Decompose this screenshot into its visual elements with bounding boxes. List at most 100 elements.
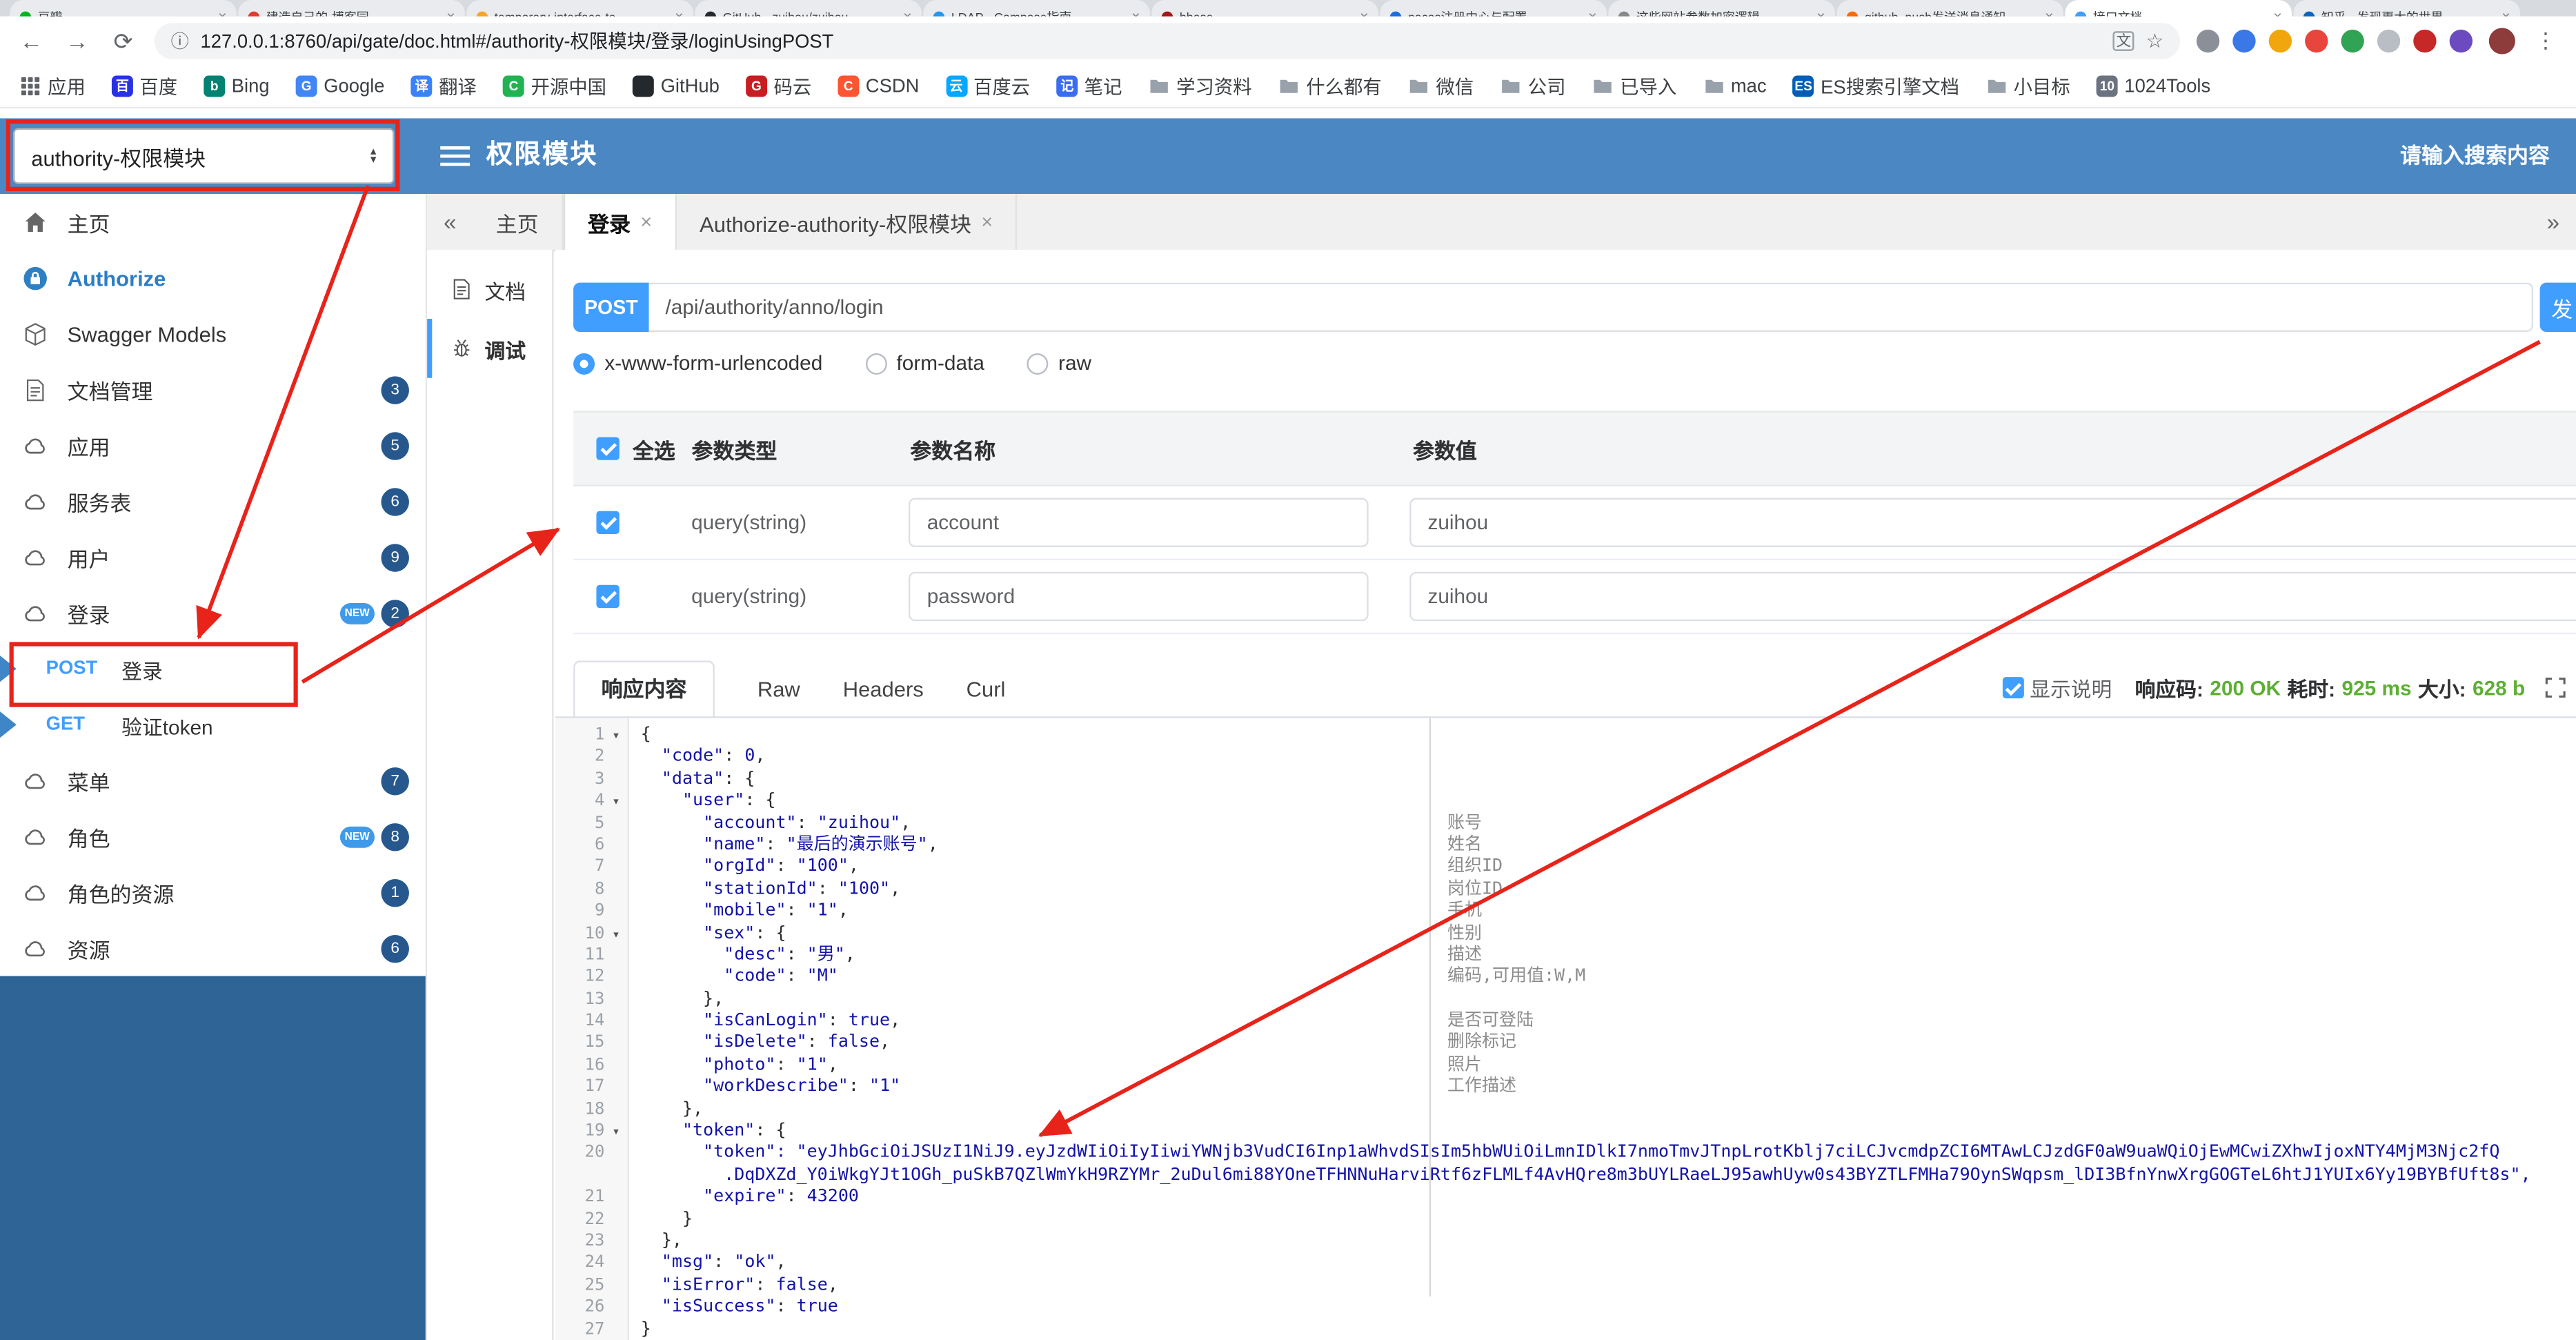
workspace-tab-登录[interactable]: 登录 × — [563, 194, 677, 250]
browser-tab[interactable]: 豆瓣 × — [10, 0, 237, 17]
workspace-tab-主页[interactable]: 主页 — [473, 194, 564, 250]
bookmark-star-icon[interactable]: ☆ — [2146, 30, 2164, 52]
sidebar-item-Authorize[interactable]: Authorize — [0, 250, 426, 306]
back-icon[interactable]: ← — [17, 28, 46, 54]
sidebar-item-文档管理[interactable]: 文档管理 3 — [0, 362, 426, 417]
tab-close-icon[interactable]: × — [1131, 8, 1140, 17]
request-url-input[interactable] — [648, 282, 2534, 333]
param-name-input[interactable] — [909, 497, 1369, 547]
response-tab-Raw[interactable]: Raw — [757, 677, 800, 716]
profile-avatar[interactable] — [2488, 28, 2515, 55]
bookmark-item[interactable]: C CSDN — [838, 75, 919, 97]
param-name-input[interactable] — [909, 571, 1369, 622]
info-icon[interactable]: ⓘ — [171, 28, 189, 54]
header-search-input[interactable]: 请输入搜索内容 — [2400, 118, 2550, 194]
select-all-checkbox[interactable] — [596, 437, 620, 460]
bookmark-item[interactable]: 微信 — [1408, 73, 1474, 99]
send-button[interactable]: 发 — [2539, 282, 2576, 333]
browser-menu-icon[interactable]: ⋮ — [2532, 28, 2559, 54]
bookmark-item[interactable]: 什么都有 — [1278, 73, 1382, 99]
param-value-input[interactable] — [1409, 571, 2576, 622]
sidebar-item-用户[interactable]: 用户 9 — [0, 529, 426, 585]
show-desc-checkbox[interactable] — [2001, 677, 2023, 699]
fold-icon[interactable]: ▾ — [604, 725, 627, 747]
bookmark-item[interactable]: 译翻译 — [410, 73, 477, 99]
bookmark-item[interactable]: 已导入 — [1592, 73, 1676, 99]
tab-close-icon[interactable]: × — [446, 8, 455, 17]
row-checkbox[interactable] — [596, 511, 620, 534]
bookmark-item[interactable]: 应用 — [20, 73, 86, 99]
browser-tab[interactable]: 这些网站参数加密逻辑… × — [1608, 0, 1836, 17]
browser-tab[interactable]: github_push发送消息通知 × — [1836, 0, 2064, 17]
bookmark-item[interactable]: GitHub — [633, 75, 720, 97]
tab-close-icon[interactable]: × — [640, 210, 652, 233]
rail-item-调试[interactable]: 调试 — [427, 318, 552, 378]
fold-icon[interactable]: ▾ — [604, 791, 627, 813]
tab-close-icon[interactable]: × — [1360, 8, 1369, 17]
tab-close-icon[interactable]: × — [1588, 8, 1597, 17]
rail-item-文档[interactable]: 文档 — [427, 259, 552, 319]
bookmark-item[interactable]: 云百度云 — [945, 73, 1030, 99]
browser-tab[interactable]: 建造自己的-博客园 × — [238, 0, 465, 17]
browser-tab[interactable]: LDAP - Compose指南 × — [923, 0, 1150, 17]
expand-icon[interactable] — [2545, 677, 2566, 698]
sidebar-item-Swagger Models[interactable]: Swagger Models — [0, 306, 426, 362]
tab-close-icon[interactable]: × — [2501, 8, 2510, 17]
bookmark-item[interactable]: G 码云 — [745, 73, 811, 99]
response-tab-Headers[interactable]: Headers — [843, 677, 924, 716]
extension-icon[interactable] — [2232, 29, 2256, 53]
browser-tab[interactable]: GitHub - zuihou/zuihou-… × — [695, 0, 922, 17]
response-tab-响应内容[interactable]: 响应内容 — [573, 660, 715, 718]
tab-close-icon[interactable]: × — [2273, 8, 2282, 17]
menu-toggle-icon[interactable] — [440, 146, 470, 166]
sidebar-item-菜单[interactable]: 菜单 7 — [0, 753, 426, 809]
row-checkbox[interactable] — [596, 584, 620, 609]
param-value-input[interactable] — [1409, 497, 2576, 547]
tab-close-icon[interactable]: × — [1816, 8, 1825, 17]
extension-icon[interactable] — [2268, 29, 2292, 53]
response-editor[interactable]: 1 ▾{2 "code": 0, 3 "data": {4 ▾ "user": {5 … — [555, 716, 2576, 1340]
extension-icon[interactable] — [2341, 29, 2364, 53]
bookmark-item[interactable]: b Bing — [204, 75, 270, 97]
sidebar-item-角色的资源[interactable]: 角色的资源 1 — [0, 865, 426, 920]
browser-tab[interactable]: hbase × — [1151, 0, 1378, 17]
sidebar-item-登录[interactable]: 登录 NEW 2 — [0, 585, 426, 641]
module-select[interactable]: authority-权限模块 ▴ ▾ — [13, 128, 395, 184]
sidebar-item-资源[interactable]: 资源 6 — [0, 920, 426, 976]
sidebar-item-应用[interactable]: 应用 5 — [0, 417, 426, 473]
sidebar-item-服务表[interactable]: 服务表 6 — [0, 473, 426, 529]
tabs-scroll-right-icon[interactable]: » — [2530, 194, 2576, 250]
bookmark-item[interactable]: 百百度 — [111, 73, 177, 99]
extension-icon[interactable] — [2196, 29, 2220, 53]
tab-close-icon[interactable]: × — [218, 8, 227, 17]
extension-icon[interactable] — [2305, 29, 2328, 53]
browser-tab[interactable]: nacos注册中心与配置… × — [1380, 0, 1607, 17]
bookmark-item[interactable]: 10 1024Tools — [2096, 75, 2210, 97]
forward-icon[interactable]: → — [62, 28, 92, 54]
bookmark-item[interactable]: 小目标 — [1985, 73, 2070, 99]
extension-icon[interactable] — [2413, 29, 2437, 53]
bookmark-item[interactable]: ES ES搜索引擎文档 — [1792, 73, 1959, 99]
sidebar-item-角色[interactable]: 角色 NEW 8 — [0, 809, 426, 865]
bookmark-item[interactable]: 学习资料 — [1149, 73, 1252, 99]
fold-icon[interactable]: ▾ — [604, 923, 627, 945]
workspace-tab-Authorize-authority-权限模块[interactable]: Authorize-authority-权限模块 × — [677, 194, 1018, 250]
sidebar-api-GET-验证token[interactable]: GET 验证token — [0, 697, 426, 753]
tab-close-icon[interactable]: × — [981, 210, 993, 233]
response-tab-Curl[interactable]: Curl — [967, 677, 1006, 716]
browser-tab[interactable]: temporary-interface-te… × — [466, 0, 693, 17]
content-type-radio-x-www-form-urlencoded[interactable]: x-www-form-urlencoded — [573, 352, 822, 375]
extension-icon[interactable] — [2449, 29, 2473, 53]
bookmark-item[interactable]: C 开源中国 — [503, 73, 606, 99]
sidebar-api-POST-登录[interactable]: POST 登录 — [0, 641, 426, 697]
address-bar[interactable]: ⓘ 127.0.0.1:8760/api/gate/doc.html#/auth… — [154, 23, 2181, 59]
fold-icon[interactable]: ▾ — [604, 1121, 627, 1143]
tab-close-icon[interactable]: × — [675, 8, 684, 17]
bookmark-item[interactable]: 公司 — [1500, 73, 1565, 99]
tabs-scroll-left-icon[interactable]: « — [427, 194, 473, 250]
bookmark-item[interactable]: mac — [1703, 76, 1767, 97]
translate-icon[interactable]: 文 — [2112, 31, 2134, 51]
content-type-radio-raw[interactable]: raw — [1027, 352, 1091, 375]
sidebar-item-主页[interactable]: 主页 — [0, 194, 426, 250]
tab-close-icon[interactable]: × — [903, 8, 912, 17]
